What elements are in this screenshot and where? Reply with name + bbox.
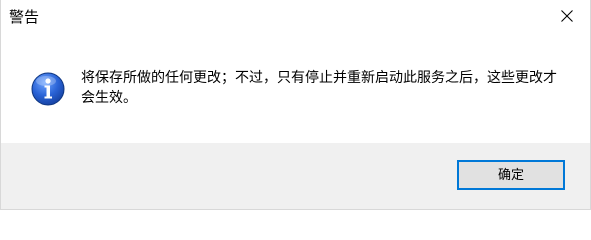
ok-button[interactable]: 确定	[457, 160, 565, 190]
close-icon	[561, 10, 573, 22]
warning-dialog: 警告 将保存所做的任何更改；不过，只有停止并重新启动此服务之后，这些更改才会生效…	[0, 0, 591, 210]
message-text: 将保存所做的任何更改；不过，只有停止并重新启动此服务之后，这些更改才会生效。	[81, 70, 557, 106]
button-bar: 确定	[1, 143, 590, 209]
dialog-body: 将保存所做的任何更改；不过，只有停止并重新启动此服务之后，这些更改才会生效。	[1, 34, 590, 143]
close-button[interactable]	[544, 0, 590, 33]
info-icon	[31, 72, 65, 106]
dialog-title: 警告	[9, 8, 40, 26]
title-bar: 警告	[1, 0, 590, 34]
